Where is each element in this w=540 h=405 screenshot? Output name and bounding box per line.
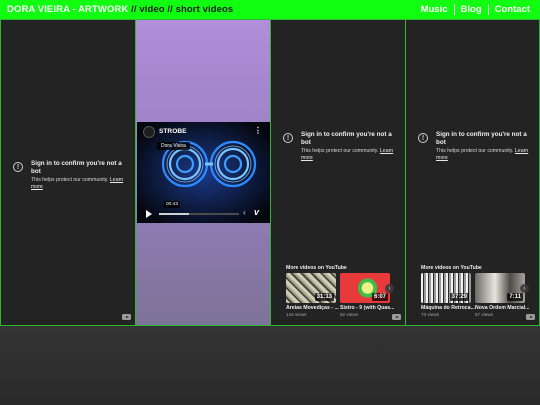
- view-count: 62 views: [340, 312, 358, 317]
- video-title[interactable]: Máquina do Retroca...: [421, 305, 475, 312]
- video-thumbnail[interactable]: 6:07: [340, 273, 390, 303]
- more-videos-list: 37:29 7:11: [421, 273, 529, 303]
- video-title[interactable]: Sistro - 9 (with Quas...: [340, 305, 394, 312]
- view-count: 73 views: [421, 312, 439, 317]
- video-thumbnail[interactable]: 37:29: [421, 273, 471, 303]
- video-title[interactable]: STROBE: [159, 128, 186, 135]
- video-embed-3[interactable]: ! Sign in to confirm you're not a bot Th…: [270, 19, 406, 326]
- vimeo-player[interactable]: STROBE ⋮ Dora Vieira 00:43 ‹ v: [137, 122, 270, 223]
- signin-title: Sign in to confirm you're not a bot: [31, 160, 122, 175]
- warning-icon: !: [283, 133, 293, 143]
- chevron-right-icon[interactable]: ›: [520, 284, 529, 293]
- view-count: 57 views: [475, 312, 493, 317]
- menu-dots-icon[interactable]: ⋮: [254, 127, 262, 135]
- nav-blog[interactable]: Blog: [455, 4, 488, 16]
- brand-name[interactable]: DORA VIEIRA - ARTWORK: [7, 4, 128, 15]
- youtube-icon[interactable]: [392, 314, 401, 320]
- more-videos-meta: Máquina do Retroca... 73 views Nova Ordem…: [421, 305, 529, 318]
- signin-subtitle: This helps protect our community. Learn …: [31, 177, 124, 190]
- progress-bar[interactable]: [159, 213, 239, 215]
- duration-badge: 6:07: [371, 293, 388, 301]
- youtube-icon[interactable]: [526, 314, 535, 320]
- signin-title: Sign in to confirm you're not a bot: [436, 131, 527, 146]
- signin-subtitle: This helps protect our community. Learn …: [436, 148, 529, 161]
- duration-badge: 37:29: [449, 293, 469, 301]
- chevron-left-icon[interactable]: ‹: [243, 208, 246, 217]
- play-icon[interactable]: [146, 210, 152, 218]
- video-embed-2[interactable]: STROBE ⋮ Dora Vieira 00:43 ‹ v: [135, 19, 271, 326]
- warning-icon: !: [418, 133, 428, 143]
- site-title[interactable]: DORA VIEIRA - ARTWORK // video // short …: [0, 4, 233, 15]
- signin-subtitle: This helps protect our community. Learn …: [301, 148, 394, 161]
- nav-music[interactable]: Music: [415, 4, 454, 16]
- video-author[interactable]: Dora Vieira: [157, 142, 190, 150]
- nav-contact[interactable]: Contact: [489, 4, 536, 16]
- chevron-right-icon[interactable]: ›: [385, 284, 394, 293]
- video-embed-1[interactable]: ! Sign in to confirm you're not a bot Th…: [0, 19, 136, 326]
- duration-badge: 31:13: [314, 293, 334, 301]
- vimeo-logo-icon[interactable]: v: [254, 207, 259, 217]
- video-title[interactable]: Nova Ordem Marcial...: [475, 305, 529, 312]
- main-nav: Music Blog Contact: [415, 0, 540, 19]
- top-bar: DORA VIEIRA - ARTWORK // video // short …: [0, 0, 540, 19]
- video-embed-4[interactable]: ! Sign in to confirm you're not a bot Th…: [405, 19, 540, 326]
- channel-avatar[interactable]: [143, 126, 155, 138]
- video-thumbnail[interactable]: 31:13: [286, 273, 336, 303]
- warning-icon: !: [13, 162, 23, 172]
- more-videos-heading: More videos on YouTube: [286, 265, 347, 271]
- video-frame: [137, 122, 270, 223]
- video-title[interactable]: Areias Movediças - ...: [286, 305, 340, 312]
- more-videos-meta: Areias Movediças - ... 144 views Sistro -…: [286, 305, 394, 318]
- view-count: 144 views: [286, 312, 307, 317]
- youtube-icon[interactable]: [122, 314, 131, 320]
- video-thumbnail[interactable]: 7:11: [475, 273, 525, 303]
- duration-badge: 7:11: [507, 293, 523, 301]
- signin-prompt: ! Sign in to confirm you're not a bot Th…: [13, 160, 131, 191]
- more-videos-list: 31:13 6:07: [286, 273, 394, 303]
- more-videos-heading: More videos on YouTube: [421, 265, 482, 271]
- signin-prompt: ! Sign in to confirm you're not a bot Th…: [418, 131, 536, 162]
- timestamp: 00:43: [164, 201, 181, 208]
- breadcrumb[interactable]: // video // short videos: [128, 4, 233, 15]
- signin-prompt: ! Sign in to confirm you're not a bot Th…: [283, 131, 401, 162]
- signin-title: Sign in to confirm you're not a bot: [301, 131, 392, 146]
